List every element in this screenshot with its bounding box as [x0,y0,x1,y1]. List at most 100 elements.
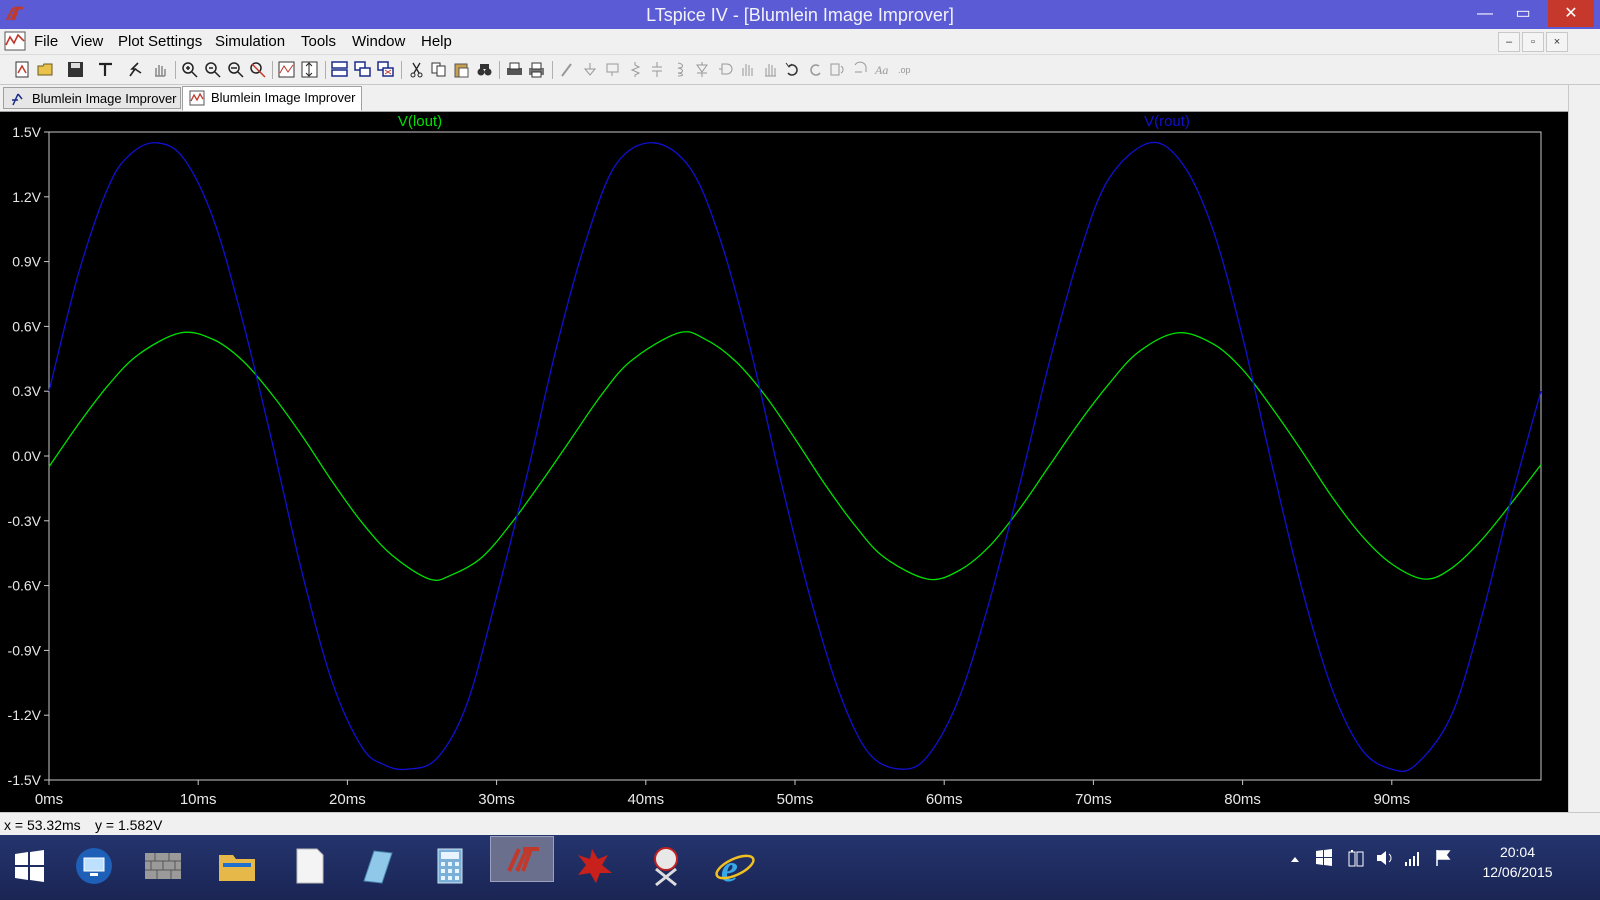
spice-directive-icon[interactable]: .op [897,61,914,78]
tux-paint-icon[interactable] [562,843,626,889]
text-icon[interactable]: Aa [874,61,891,78]
close-all-icon[interactable] [377,61,394,78]
control-panel-icon[interactable] [97,61,114,78]
windows-flag-icon[interactable] [1314,848,1334,868]
redo-icon[interactable] [807,61,824,78]
action-center-icon[interactable] [1433,848,1453,868]
menu-file[interactable]: File [34,33,58,50]
x-tick-label: 90ms [1373,791,1410,808]
y-tick-label: 1.5V [12,124,41,140]
ltspice-taskbar-button[interactable] [490,836,554,882]
show-hidden-icons-icon[interactable] [1289,853,1301,865]
document-tabs: Blumlein Image Improver Blumlein Image I… [0,85,1600,112]
waveform-chart[interactable]: 1.5V 1.2V 0.9V 0.6V 0.3V 0.0V -0.3V -0.6V -0.9V -… [0,112,1568,812]
menu-plot-settings[interactable]: Plot Settings [118,33,202,50]
network-icon[interactable] [1403,848,1423,868]
legend-label[interactable]: V(rout) [1144,113,1190,130]
toolbar: Aa .op [0,55,1600,85]
svg-text:e: e [721,848,738,889]
pan-hand-icon[interactable] [151,61,168,78]
cursor-x-readout: x = 53.32ms [4,817,81,833]
close-button[interactable]: ✕ [1548,0,1594,27]
save-icon[interactable] [67,61,84,78]
window-title: LTspice IV - [Blumlein Image Improver] [646,5,954,25]
run-icon[interactable] [127,61,144,78]
waveform-window-icon[interactable] [4,31,26,51]
rotate-icon[interactable] [829,61,846,78]
title-bar[interactable]: LTspice IV - [Blumlein Image Improver] —… [0,0,1600,29]
mdi-close-button[interactable]: × [1546,32,1568,52]
tab-waveform[interactable]: Blumlein Image Improver [182,86,362,111]
x-tick-label: 80ms [1224,791,1261,808]
find-icon[interactable] [476,61,493,78]
snipping-tool-icon[interactable] [634,843,698,889]
y-tick-label: 1.2V [12,189,41,205]
cut-icon[interactable] [408,61,425,78]
component-icon[interactable] [717,61,734,78]
internet-explorer-icon[interactable]: e [703,843,767,889]
menu-help[interactable]: Help [421,33,452,50]
zoom-in-icon[interactable] [181,61,198,78]
y-tick-label: -0.6V [8,578,42,594]
x-tick-label: 40ms [627,791,664,808]
menu-view[interactable]: View [71,33,103,50]
new-schematic-icon[interactable] [14,61,31,78]
start-icon[interactable] [4,843,54,889]
label-icon[interactable] [604,61,621,78]
mdi-restore-button[interactable]: ▫ [1522,32,1544,52]
y-tick-label: -0.3V [8,513,42,529]
resistor-icon[interactable] [627,61,644,78]
tab-schematic[interactable]: Blumlein Image Improver [3,87,181,109]
drag-icon[interactable] [762,61,779,78]
print-icon[interactable] [506,61,523,78]
firewall-icon[interactable] [131,843,195,889]
ground-icon[interactable] [582,61,599,78]
diode-icon[interactable] [694,61,711,78]
legend-label[interactable]: V(lout) [398,113,442,130]
remote-desktop-icon[interactable] [62,843,126,889]
zoom-back-icon[interactable] [227,61,244,78]
x-tick-label: 20ms [329,791,366,808]
zoom-out-icon[interactable] [204,61,221,78]
taskbar-clock[interactable]: 20:04 12/06/2015 [1470,842,1565,882]
mirror-icon[interactable] [852,61,869,78]
capacitor-icon[interactable] [649,61,666,78]
x-tick-label: 10ms [180,791,217,808]
undo-icon[interactable] [784,61,801,78]
maximize-button[interactable]: ▭ [1504,0,1542,27]
autorange-icon[interactable] [278,61,295,78]
x-tick-label: 30ms [478,791,515,808]
x-tick-label: 0ms [35,791,63,808]
wire-icon[interactable] [559,61,576,78]
volume-icon[interactable] [1375,848,1395,868]
tab-waveform-label: Blumlein Image Improver [211,90,356,105]
x-tick-label: 60ms [926,791,963,808]
waveform-plot[interactable]: 1.5V 1.2V 0.9V 0.6V 0.3V 0.0V -0.3V -0.6V -0.9V -… [0,112,1568,812]
move-icon[interactable] [739,61,756,78]
file-explorer-icon[interactable] [205,843,269,889]
x-tick-label: 50ms [777,791,814,808]
zoom-full-icon[interactable] [249,61,266,78]
notepad-icon[interactable] [277,843,341,889]
inductor-icon[interactable] [672,61,689,78]
calculator-icon[interactable] [418,843,482,889]
menu-simulation[interactable]: Simulation [215,33,285,50]
battery-icon[interactable] [1346,848,1366,868]
minimize-button[interactable]: — [1466,0,1504,27]
print-setup-icon[interactable] [528,61,545,78]
pen-icon[interactable] [346,843,410,889]
tile-horizontal-icon[interactable] [331,61,348,78]
clock-time: 20:04 [1499,844,1536,860]
open-icon[interactable] [37,61,54,78]
cascade-icon[interactable] [354,61,371,78]
copy-icon[interactable] [430,61,447,78]
paste-icon[interactable] [453,61,470,78]
x-tick-label: 70ms [1075,791,1112,808]
menu-tools[interactable]: Tools [301,33,336,50]
y-tick-label: 0.0V [12,448,41,464]
mdi-minimize-button[interactable]: – [1498,32,1520,52]
menu-window[interactable]: Window [352,33,405,50]
autorange-y-icon[interactable] [301,61,318,78]
series-line-v-lout [48,331,1542,581]
status-bar: x = 53.32ms y = 1.582V [0,812,1600,836]
